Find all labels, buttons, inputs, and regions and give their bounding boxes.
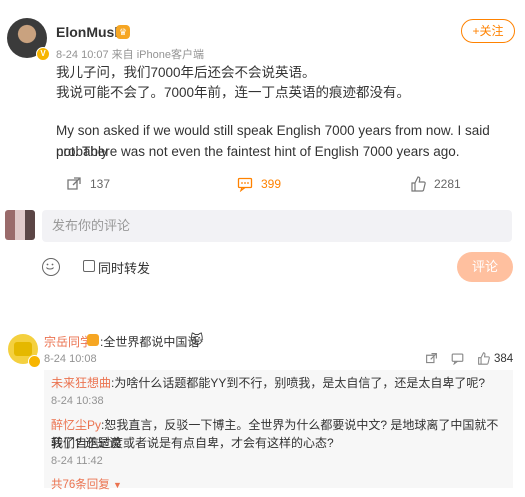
submit-comment-button[interactable]: 评论 (457, 252, 513, 282)
caret-down-icon: ▼ (113, 480, 122, 490)
comment-count: 399 (261, 177, 282, 191)
reply-1-author[interactable]: 未来狂想曲 (51, 376, 111, 390)
reply-1-text: :为啥什么话题都能YY到不行，别喷我，是太自信了，还是太自卑了呢? (111, 376, 486, 390)
verified-badge-icon: V (36, 47, 50, 61)
reply-1-time: 8-24 10:38 (51, 395, 104, 407)
more-replies-label: 共76条回复 (51, 479, 110, 491)
like-count: 2281 (434, 177, 461, 191)
thumbs-up-icon (411, 176, 426, 192)
reply-2-time: 8-24 11:42 (51, 455, 103, 467)
cat-emoji-icon: 🐱 (190, 332, 204, 347)
repost-checkbox[interactable] (83, 260, 95, 272)
vip-badge-icon: ♛ (116, 25, 130, 39)
comment-input[interactable]: 发布你的评论 (42, 210, 512, 242)
emoji-icon[interactable] (42, 258, 60, 276)
like-button[interactable]: 2281 (410, 176, 461, 192)
reply-2-author[interactable]: 醉忆尘Py (51, 418, 101, 432)
comment-time: 8-24 10:08 (44, 353, 97, 365)
post-text-cn-2: 我说可能不会了。7000年前，连一丁点英语的痕迹都没有。 (56, 85, 411, 100)
repost-icon (426, 353, 437, 364)
comment-text: :全世界都说中国话 (100, 335, 200, 349)
repost-checkbox-label[interactable]: 同时转发 (98, 258, 150, 277)
thumbs-up-icon (478, 352, 490, 365)
current-user-avatar (5, 210, 35, 240)
commenter-name[interactable]: 宗岳同学 (44, 333, 92, 350)
comment-icon (451, 353, 464, 365)
more-replies-link[interactable]: 共76条回复 ▼ (51, 476, 122, 492)
follow-button[interactable]: +关注 (461, 19, 515, 43)
reply-1: 未来狂想曲:为啥什么话题都能YY到不行，别喷我，是太自信了，还是太自卑了呢? (51, 374, 509, 392)
comment-repost-button[interactable] (425, 352, 438, 365)
comment-reply-button[interactable] (451, 352, 464, 365)
comment-like-button[interactable]: 384 (477, 352, 513, 365)
commenter-vip-icon (87, 334, 99, 346)
author-name[interactable]: ElonMusk (56, 24, 122, 40)
post-meta: 8-24 10:07 来自 iPhone客户端 (56, 49, 204, 61)
comment-like-count: 384 (494, 352, 514, 365)
repost-count: 137 (90, 177, 111, 191)
comment-icon (237, 177, 253, 192)
comment-button[interactable]: 399 (237, 176, 281, 192)
repost-icon (67, 177, 81, 190)
repost-button[interactable]: 137 (66, 176, 110, 192)
commenter-verified-icon (28, 355, 41, 368)
post-text-cn-1: 我儿子问，我们7000年后还会不会说英语。 (56, 65, 316, 80)
post-text-en-2: not. There was not even the faintest hin… (56, 144, 460, 159)
reply-2-line2: 我们自信过度或者说是有点自卑，才会有这样的心态? (51, 436, 334, 450)
